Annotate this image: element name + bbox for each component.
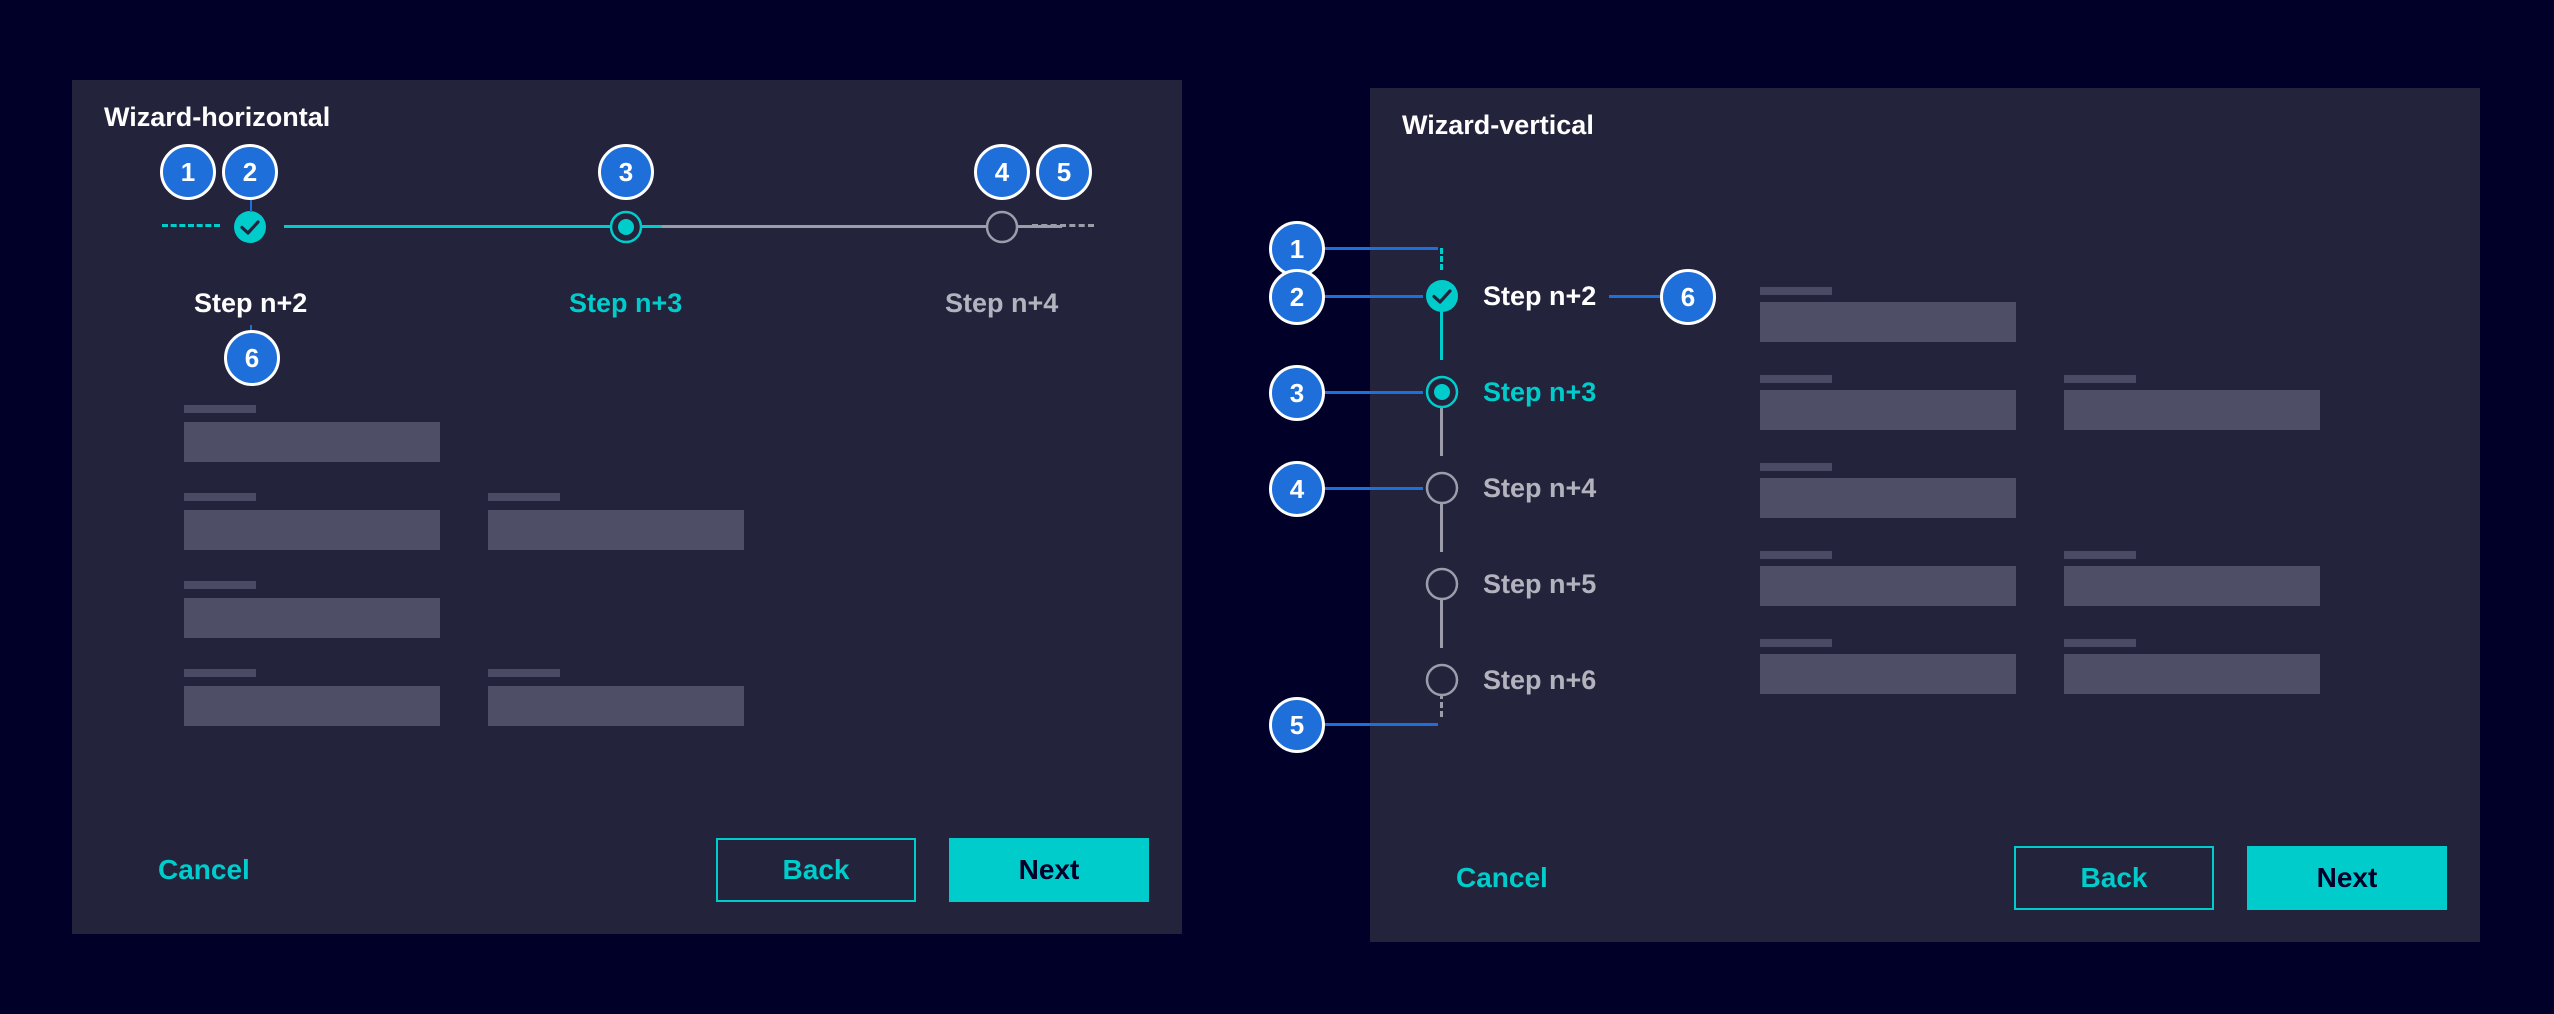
step-label: Step n+4 (945, 288, 1059, 318)
callout-leader (1320, 391, 1423, 394)
callout-badge: 3 (598, 144, 654, 200)
radio-dot-icon (609, 210, 643, 244)
step-label: Step n+4 (1483, 473, 1597, 503)
callout-leader (1320, 487, 1423, 490)
field-placeholder (488, 510, 744, 550)
callout-badge: 4 (974, 144, 1030, 200)
field-label-placeholder (1760, 287, 1832, 295)
field-placeholder (184, 686, 440, 726)
field-placeholder (184, 598, 440, 638)
callout-leader (1320, 723, 1438, 726)
field-label-placeholder (488, 669, 560, 677)
field-placeholder (1760, 302, 2016, 342)
field-placeholder (488, 686, 744, 726)
field-placeholder (1760, 390, 2016, 430)
callout-badge: 2 (222, 144, 278, 200)
field-placeholder (1760, 478, 2016, 518)
field-placeholder (184, 510, 440, 550)
upcoming-connector (1440, 406, 1443, 456)
back-button[interactable]: Back (2014, 846, 2214, 910)
callout-badge: 6 (1660, 269, 1716, 325)
field-label-placeholder (2064, 639, 2136, 647)
empty-circle-icon (1425, 567, 1459, 601)
wizard-vertical-panel: Wizard-vertical Step n+2 Step n+3 Step n… (1370, 88, 2480, 942)
field-label-placeholder (488, 493, 560, 501)
field-placeholder (1760, 654, 2016, 694)
callout-leader (1609, 295, 1664, 298)
panel-title: Wizard-vertical (1402, 110, 1594, 140)
check-icon (234, 211, 266, 243)
step-label: Step n+2 (194, 288, 308, 318)
field-placeholder (1760, 566, 2016, 606)
panel-title: Wizard-horizontal (104, 102, 331, 132)
callout-badge: 1 (160, 144, 216, 200)
callout-badge: 5 (1269, 697, 1325, 753)
empty-circle-icon (1425, 663, 1459, 697)
cancel-button[interactable]: Cancel (1456, 862, 1548, 894)
next-steps-connector (1032, 224, 1094, 227)
step-label: Step n+2 (1483, 281, 1597, 311)
radio-dot-icon (1425, 375, 1459, 409)
upcoming-connector (1440, 598, 1443, 648)
callout-badge: 4 (1269, 461, 1325, 517)
field-label-placeholder (1760, 463, 1832, 471)
field-label-placeholder (2064, 551, 2136, 559)
step-label: Step n+6 (1483, 665, 1597, 695)
wizard-horizontal-panel: Wizard-horizontal Step n+2 Step n+3 Step… (72, 80, 1182, 934)
field-label-placeholder (2064, 375, 2136, 383)
cancel-button[interactable]: Cancel (158, 854, 250, 886)
field-placeholder (2064, 654, 2320, 694)
field-placeholder (2064, 566, 2320, 606)
previous-steps-connector (162, 224, 220, 227)
step-label: Step n+3 (569, 288, 683, 318)
field-label-placeholder (184, 581, 256, 589)
step-label: Step n+5 (1483, 569, 1597, 599)
check-icon (1426, 280, 1458, 312)
field-label-placeholder (1760, 551, 1832, 559)
field-label-placeholder (184, 669, 256, 677)
callout-badge: 3 (1269, 365, 1325, 421)
callout-badge: 5 (1036, 144, 1092, 200)
field-placeholder (2064, 390, 2320, 430)
field-label-placeholder (184, 405, 256, 413)
empty-circle-icon (985, 210, 1019, 244)
back-button[interactable]: Back (716, 838, 916, 902)
field-placeholder (184, 422, 440, 462)
previous-steps-connector (1440, 248, 1443, 270)
callout-badge: 2 (1269, 269, 1325, 325)
empty-circle-icon (1425, 471, 1459, 505)
next-button[interactable]: Next (949, 838, 1149, 902)
upcoming-connector (1440, 502, 1443, 552)
field-label-placeholder (1760, 375, 1832, 383)
callout-badge: 6 (224, 330, 280, 386)
field-label-placeholder (1760, 639, 1832, 647)
callout-leader (1320, 247, 1438, 250)
callout-leader (1320, 295, 1423, 298)
next-button[interactable]: Next (2247, 846, 2447, 910)
field-label-placeholder (184, 493, 256, 501)
completed-connector (1440, 310, 1443, 360)
step-label: Step n+3 (1483, 377, 1597, 407)
